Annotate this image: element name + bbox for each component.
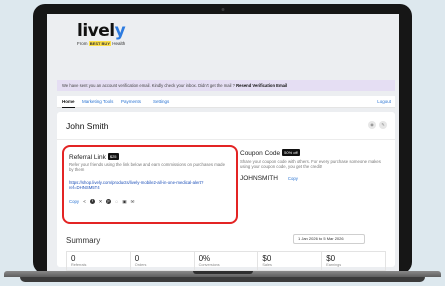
tab-settings[interactable]: Settings (153, 96, 169, 108)
stat-conversions: 0% Conversions (195, 252, 259, 270)
whatsapp-icon[interactable]: ◌ (114, 199, 119, 204)
verification-notice: We have sent you an account verification… (57, 80, 395, 91)
nav-tabs: Home Marketing Tools Payments Settings L… (57, 96, 395, 108)
coupon-title: Coupon Code (240, 150, 281, 157)
divider (57, 139, 395, 140)
email-icon[interactable]: ✉ (130, 199, 135, 204)
date-range-picker[interactable]: 1 Jan 2026 to 5 Mar 2026 (293, 234, 365, 244)
stat-orders: 0 Orders (131, 252, 195, 270)
brand-tagline: From BEST BUY Health (77, 41, 126, 46)
brand: lively From BEST BUY Health (77, 21, 126, 46)
browser-screen: lively From BEST BUY Health We have sent… (47, 14, 399, 271)
stat-referrals: 0 Referrals (67, 252, 131, 270)
summary-title: Summary (66, 236, 101, 245)
referral-link[interactable]: https://shop.lively.com/products/lively-… (69, 180, 234, 191)
coupon-section: Coupon Code 50% off Share your coupon cod… (240, 149, 390, 182)
logout-link[interactable]: Logout (377, 96, 391, 108)
copy-coupon-button[interactable]: Copy (288, 176, 298, 181)
summary-stats: 0 Referrals 0 Orders 0% Conversions $0 S… (66, 251, 386, 271)
resend-verification-link[interactable]: Resend Verification Email (236, 83, 287, 88)
stat-earnings: $0 Earnings (326, 254, 342, 267)
facebook-icon[interactable]: f (90, 199, 96, 204)
share-icon[interactable]: < (82, 199, 87, 204)
copy-referral-button[interactable]: Copy (69, 199, 79, 204)
edit-icon[interactable]: ✎ (379, 121, 387, 129)
dashboard-card: John Smith ◉ ✎ Referral Link $25 Refer yo… (57, 112, 395, 271)
share-row: Copy < f ✕ p ◌ ▣ ✉ (69, 199, 135, 204)
camera-dot (221, 8, 224, 11)
x-icon[interactable]: ✕ (98, 199, 103, 204)
stat-sales: $0 Sales (258, 252, 323, 270)
referral-section: Referral Link $25 Refer your friends usin… (62, 145, 238, 224)
tab-payments[interactable]: Payments (121, 96, 141, 108)
tab-marketing-tools[interactable]: Marketing Tools (82, 96, 113, 108)
coupon-badge: 50% off (282, 149, 300, 156)
laptop-base (0, 271, 445, 286)
lively-logo: lively (77, 21, 126, 41)
user-name: John Smith (66, 121, 109, 131)
referral-badge: $25 (107, 153, 119, 160)
eye-icon[interactable]: ◉ (368, 121, 376, 129)
coupon-code: JOHNSMITH (240, 174, 278, 182)
tab-home[interactable]: Home (62, 96, 75, 108)
pinterest-icon[interactable]: p (106, 199, 112, 204)
sms-icon[interactable]: ▣ (122, 199, 127, 204)
coupon-description: Share your coupon code with others. For … (240, 159, 381, 170)
referral-title: Referral Link (69, 154, 106, 161)
referral-description: Refer your friends using the link below … (69, 162, 225, 173)
